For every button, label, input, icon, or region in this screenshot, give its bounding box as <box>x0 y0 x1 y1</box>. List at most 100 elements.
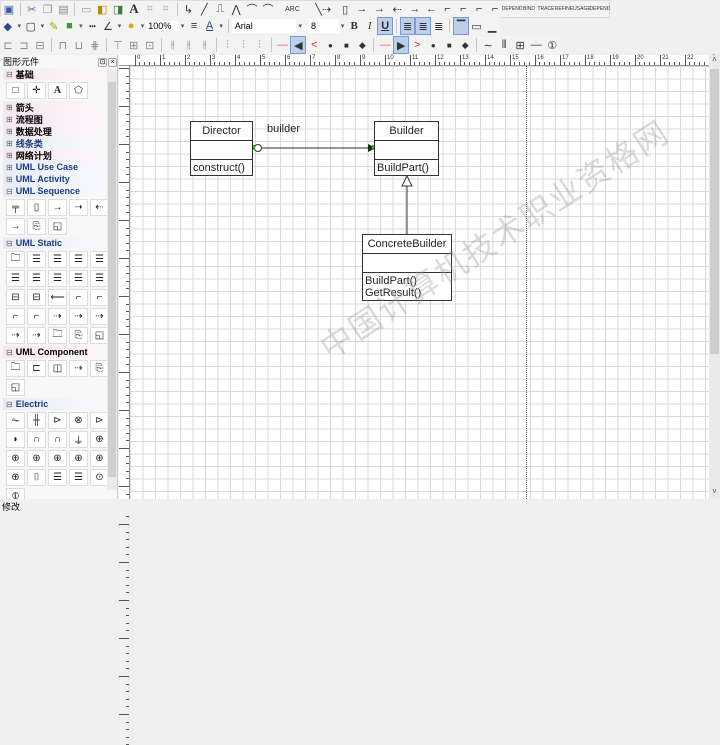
collapse-icon[interactable]: ⊟ <box>6 348 13 357</box>
transformer-shape[interactable]: ☰ <box>48 469 67 486</box>
inductor-shape[interactable]: ∩ <box>27 431 46 448</box>
node-shape[interactable]: ◫ <box>48 360 67 377</box>
scroll-up-icon[interactable]: ˄ <box>709 55 720 67</box>
package2-shape[interactable]: 🗀 <box>48 327 67 344</box>
collapse-icon[interactable]: ⊟ <box>6 400 13 409</box>
category-flowchart[interactable]: ⊞ 流程图 <box>3 113 105 125</box>
shadow-icon[interactable]: ■ <box>63 18 77 34</box>
ground-shape[interactable]: ⏚ <box>69 431 88 448</box>
line-end-open-arrow-icon[interactable]: > <box>410 37 424 53</box>
paste-icon[interactable]: ▤ <box>57 1 71 17</box>
zigzag-icon[interactable]: ⋀ <box>229 1 243 17</box>
utility-shape[interactable]: ☰ <box>48 270 67 287</box>
composition-shape[interactable]: ⌐ <box>6 308 25 325</box>
expand-icon[interactable]: ⊞ <box>6 103 13 112</box>
collapse-icon[interactable]: ⊟ <box>6 187 13 196</box>
fill-bucket-icon[interactable]: ◆ <box>1 18 15 34</box>
scroll-down-icon[interactable]: ˅ <box>709 487 720 499</box>
send-back-icon[interactable]: ◨ <box>111 1 125 17</box>
category-basic[interactable]: ⊟ 基础 <box>3 68 105 80</box>
lifeline-shape[interactable]: ╤ <box>6 199 25 216</box>
generalization-shape[interactable]: ⟵ <box>48 289 67 306</box>
group-icon[interactable]: ▭ <box>79 1 93 17</box>
refine-icon[interactable]: REFINE <box>555 1 573 17</box>
usage-shape[interactable]: ⇢ <box>27 327 46 344</box>
distribute-icon[interactable]: ⌗ <box>159 1 173 17</box>
brush-icon[interactable]: ✎ <box>47 18 61 34</box>
align-left-button[interactable]: ≣ <box>399 17 416 35</box>
line-start-none-icon[interactable]: — <box>275 37 289 53</box>
object2-shape[interactable]: ⊟ <box>27 289 46 306</box>
arc-pattern-icon[interactable]: ARC <box>277 1 308 17</box>
align-center-objects-icon[interactable]: ⊟ <box>33 37 47 53</box>
message-icon[interactable]: → <box>407 1 423 17</box>
chevron-down-icon[interactable]: ▾ <box>341 22 345 30</box>
category-network-plan[interactable]: ⊞ 网络计划 <box>3 149 105 161</box>
class-builder[interactable]: Builder BuildPart() <box>374 121 439 176</box>
category-uml-static[interactable]: ⊟ UML Static <box>3 237 105 249</box>
space-h-dec-icon[interactable]: ⫲ <box>198 37 212 53</box>
category-uml-activity[interactable]: ⊞ UML Activity <box>3 173 105 185</box>
object-shape[interactable]: ⊟ <box>6 289 25 306</box>
note-shape[interactable]: ⎘ <box>69 327 88 344</box>
line-width-icon[interactable]: ≡ <box>187 18 201 34</box>
font-color-icon[interactable]: A <box>203 18 217 34</box>
step-number-icon[interactable]: ① <box>545 37 559 53</box>
save-icon[interactable]: ▣ <box>2 1 16 17</box>
valign-bottom-button[interactable]: ▁ <box>485 18 499 34</box>
signal-shape[interactable]: ☰ <box>6 270 25 287</box>
cut-icon[interactable]: ✂ <box>25 1 39 17</box>
connector-elbow-icon[interactable]: ↳ <box>182 1 196 17</box>
component-shape[interactable]: ⊏ <box>27 360 46 377</box>
category-uml-use-case[interactable]: ⊞ UML Use Case <box>3 161 105 173</box>
expand-icon[interactable]: ⊞ <box>6 115 13 124</box>
category-lines[interactable]: ⊞ 线条类 <box>3 137 105 149</box>
expand-icon[interactable]: ⊞ <box>6 163 13 172</box>
copy-icon[interactable]: ❐ <box>41 1 55 17</box>
message-return-icon[interactable]: ⇠ <box>389 1 405 17</box>
elbow-icon[interactable]: ⌐ <box>440 1 454 17</box>
dashed-arrow-icon[interactable]: ╲⇢ <box>310 1 336 17</box>
chevron-down-icon[interactable]: ▾ <box>41 22 45 30</box>
bind-icon[interactable]: BIND <box>522 1 536 17</box>
line-end-none-icon[interactable]: — <box>378 37 392 53</box>
trace-icon[interactable]: TRACE <box>537 1 554 17</box>
arc-icon[interactable]: ⌒ <box>245 1 259 17</box>
chevron-down-icon[interactable]: ▾ <box>219 22 223 30</box>
align-left-objects-icon[interactable]: ⊏ <box>1 37 15 53</box>
line-color-icon[interactable]: ∠ <box>101 18 115 34</box>
valign-middle-button[interactable]: ▭ <box>470 18 484 34</box>
sidebar-scrollbar[interactable] <box>107 70 117 490</box>
close-panel-icon[interactable]: × <box>108 58 117 67</box>
transistor3-shape[interactable]: ⊕ <box>27 450 46 467</box>
elbow2-icon[interactable]: ⌐ <box>488 1 502 17</box>
chevron-down-icon[interactable]: ▾ <box>18 22 22 30</box>
class-shape[interactable]: ☰ <box>27 251 46 268</box>
usage-icon[interactable]: USAGE <box>573 1 591 17</box>
text-tool-icon[interactable]: A <box>127 1 141 17</box>
thyristor-shape[interactable]: ⊕ <box>69 450 88 467</box>
chevron-down-icon[interactable]: ▾ <box>79 22 83 30</box>
transistor4-shape[interactable]: ⊕ <box>48 450 67 467</box>
align-center-button[interactable]: ≣ <box>415 17 431 35</box>
resistor-shape[interactable]: ⏦ <box>6 412 25 429</box>
polygon-shape[interactable]: ⬠ <box>69 82 88 99</box>
category-electric[interactable]: ⊟ Electric <box>3 398 105 410</box>
vertical-lines-icon[interactable]: ⦀ <box>497 37 511 53</box>
depend-icon[interactable]: DEPEND <box>502 1 523 17</box>
bring-front-icon[interactable]: ◧ <box>95 1 109 17</box>
folder-note-shape[interactable]: ◱ <box>48 218 67 235</box>
curve-icon[interactable]: ∼ <box>481 37 495 53</box>
expand-icon[interactable]: ⊞ <box>6 127 13 136</box>
collapse-icon[interactable]: ⊟ <box>6 239 13 248</box>
align-bottom-icon[interactable]: ⊔ <box>72 37 86 53</box>
activation-shape[interactable]: ▯ <box>27 199 46 216</box>
step-line-icon[interactable]: ⎍ <box>213 1 227 17</box>
space-horizontal-icon[interactable]: ⫲ <box>166 37 180 53</box>
line-start-dot-icon[interactable]: ● <box>323 37 337 53</box>
line-end-diamond-icon[interactable]: ◆ <box>458 37 472 53</box>
valign-top-button[interactable]: ▔ <box>453 17 469 35</box>
align-grid-icon[interactable]: ⌗ <box>143 1 157 17</box>
message-arrow-icon[interactable]: → <box>354 1 370 17</box>
elbow-dot2-icon[interactable]: ⌐ <box>472 1 486 17</box>
